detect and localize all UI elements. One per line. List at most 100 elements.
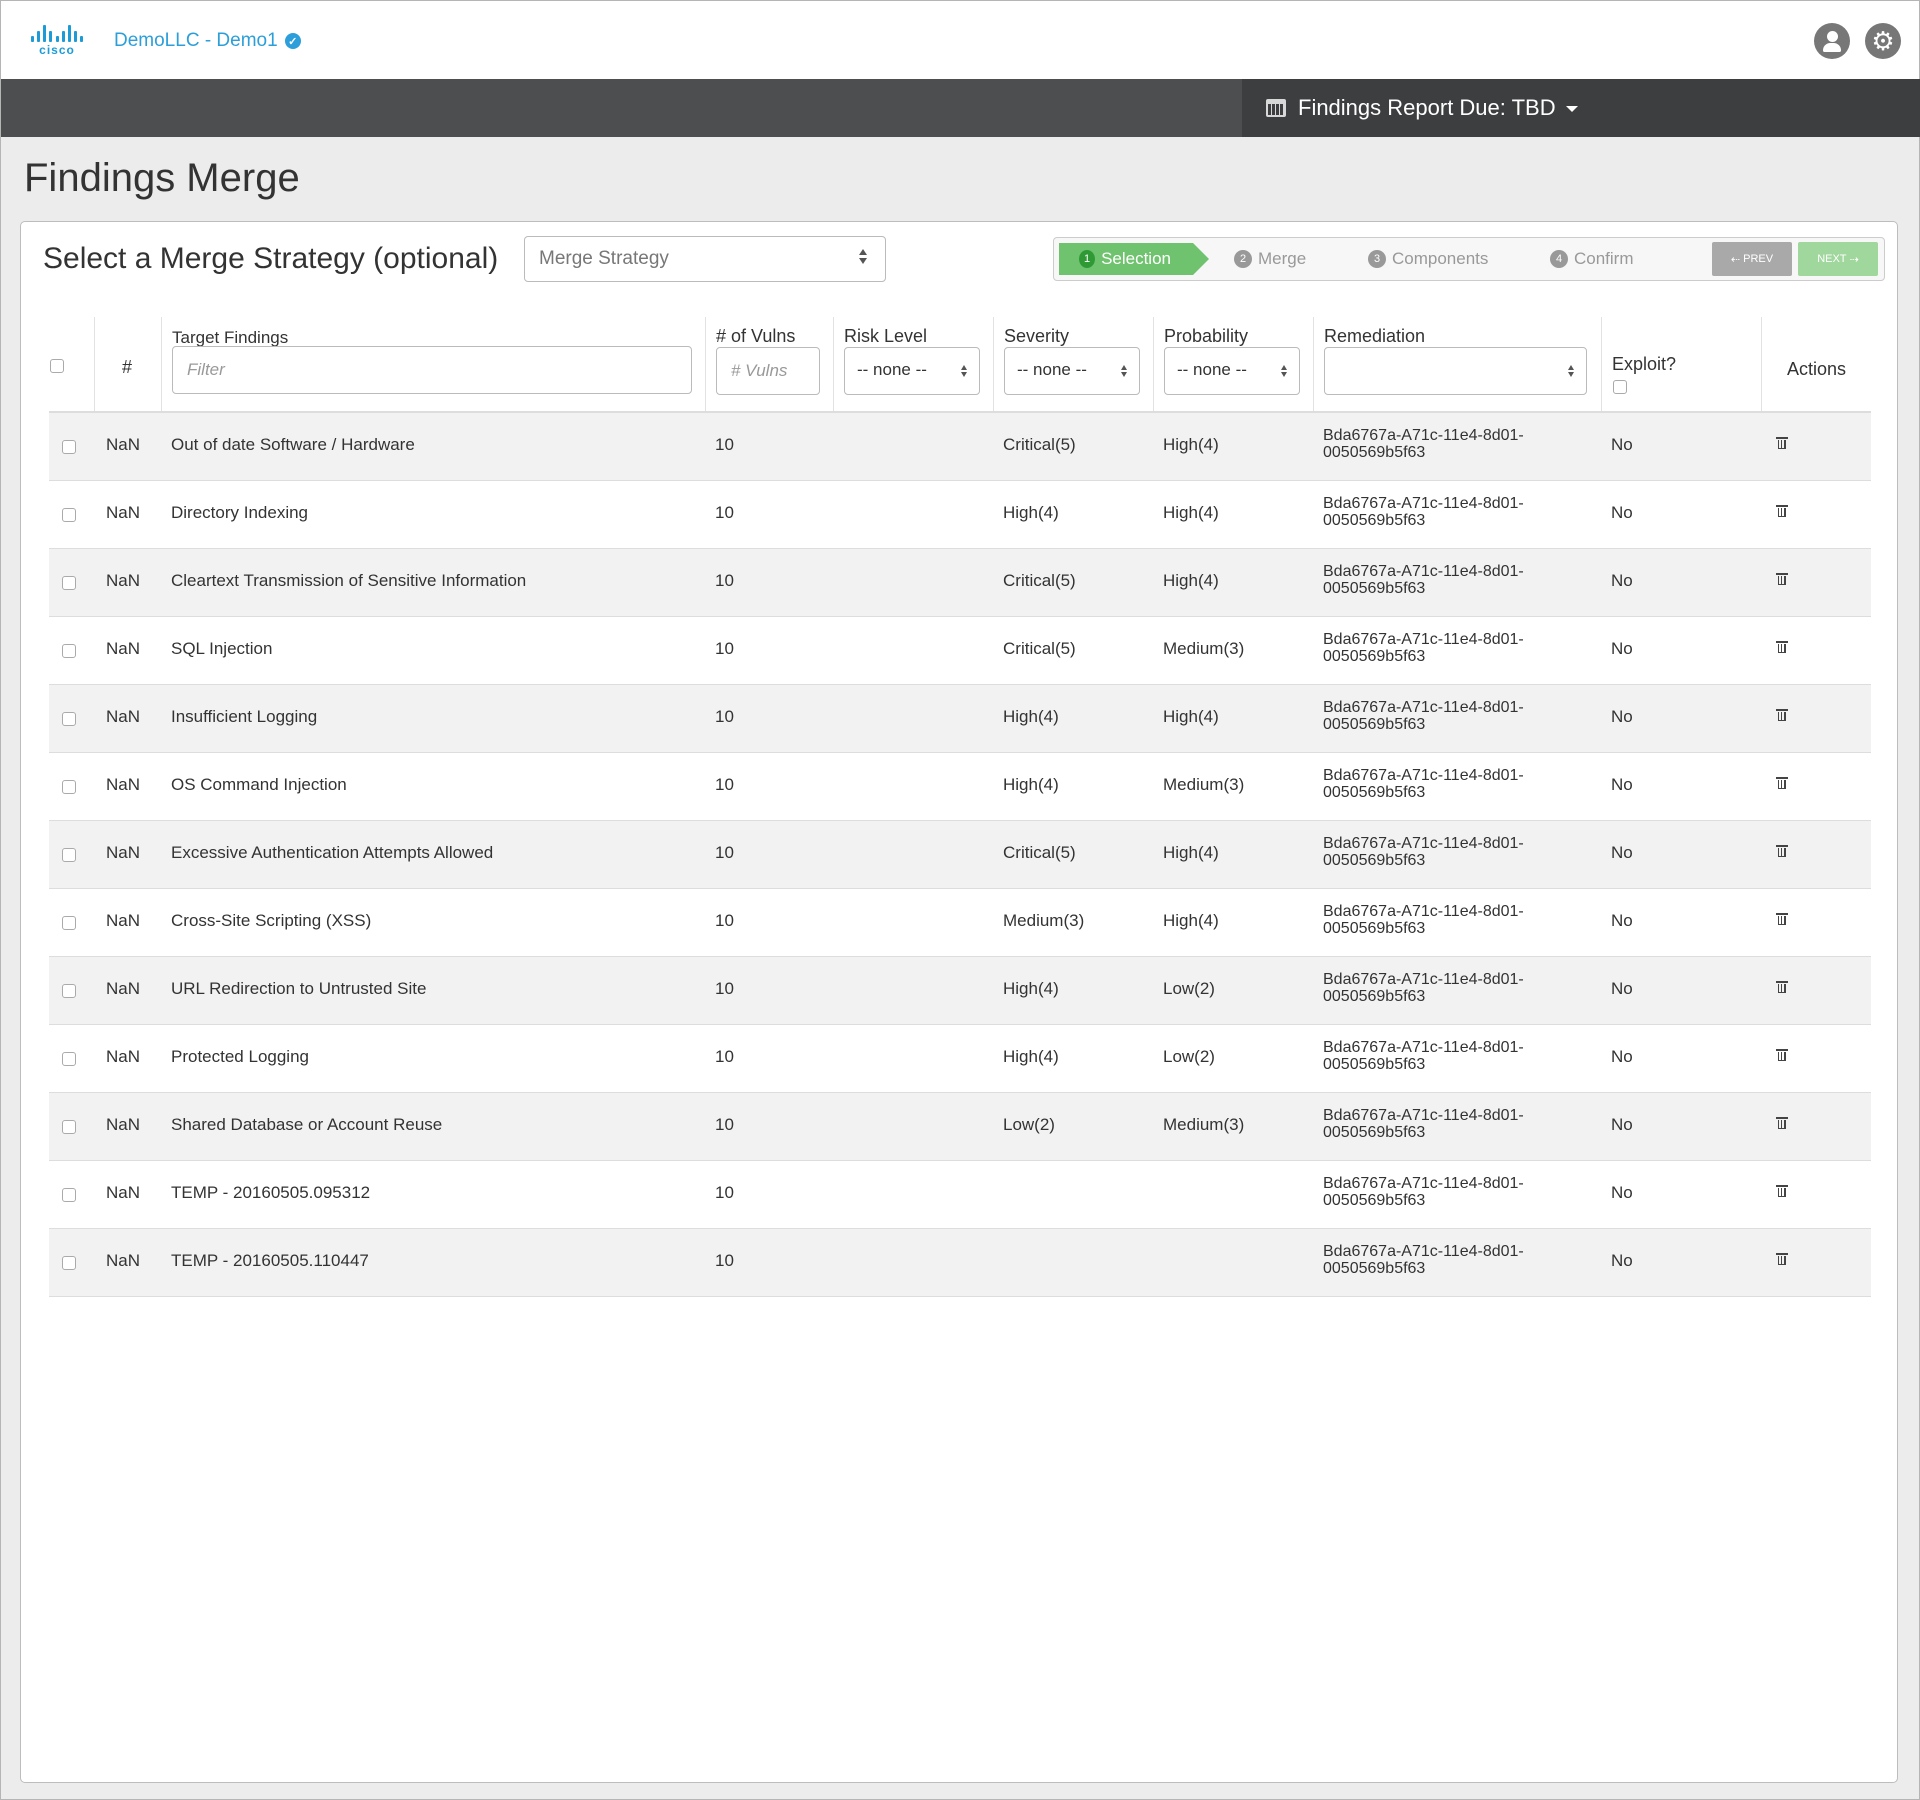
row-probability: Medium(3): [1163, 1115, 1245, 1134]
step-label: Merge: [1258, 249, 1307, 268]
row-vulns: 10: [715, 775, 734, 794]
wizard-steps: 1 Selection 2 Merge 3 Components 4 Confi…: [1053, 237, 1885, 281]
row-checkbox[interactable]: [62, 712, 76, 726]
prev-button[interactable]: ⇠ PREV: [1712, 242, 1792, 276]
row-num: NaN: [106, 503, 141, 522]
row-vulns: 10: [715, 435, 734, 454]
row-checkbox[interactable]: [62, 1188, 76, 1202]
row-checkbox[interactable]: [62, 1120, 76, 1134]
report-due-dropdown[interactable]: Findings Report Due: TBD: [1242, 79, 1920, 137]
trash-icon[interactable]: [1776, 1049, 1788, 1062]
trash-icon[interactable]: [1776, 1117, 1788, 1130]
row-vulns: 10: [715, 639, 734, 658]
row-checkbox[interactable]: [62, 576, 76, 590]
row-remediation: Bda6767a-A71c-11e4-8d01- 0050569b5f63: [1323, 971, 1524, 1005]
row-checkbox[interactable]: [62, 848, 76, 862]
table-row[interactable]: NaN Cleartext Transmission of Sensitive I…: [49, 549, 1871, 617]
trash-icon[interactable]: [1776, 573, 1788, 586]
row-target-finding[interactable]: OS Command Injection: [171, 775, 347, 795]
trash-icon[interactable]: [1776, 1253, 1788, 1266]
table-row[interactable]: NaN SQL Injection 10 Critical(5) Medium(3) Bd…: [49, 617, 1871, 685]
table-row[interactable]: NaN Directory Indexing 10 High(4) High(4) Bda…: [49, 481, 1871, 549]
row-remediation: Bda6767a-A71c-11e4-8d01- 0050569b5f63: [1323, 1175, 1524, 1209]
table-row[interactable]: NaN Protected Logging 10 High(4) Low(2) Bda67…: [49, 1025, 1871, 1093]
exploit-filter-checkbox[interactable]: [1613, 380, 1627, 394]
row-severity: Critical(5): [1003, 571, 1076, 590]
row-severity: High(4): [1003, 503, 1059, 522]
trash-icon[interactable]: [1776, 641, 1788, 654]
row-target-finding[interactable]: Shared Database or Account Reuse: [171, 1115, 442, 1135]
header-risk-col: Risk Level -- none --: [833, 317, 993, 411]
row-checkbox[interactable]: [62, 508, 76, 522]
row-target-finding[interactable]: Insufficient Logging: [171, 707, 317, 727]
table-row[interactable]: NaN OS Command Injection 10 High(4) Medium(3…: [49, 753, 1871, 821]
row-target-finding[interactable]: SQL Injection: [171, 639, 272, 659]
row-target-finding[interactable]: Cleartext Transmission of Sensitive Info…: [171, 571, 526, 591]
table-row[interactable]: NaN URL Redirection to Untrusted Site 10 Hi…: [49, 957, 1871, 1025]
trash-icon[interactable]: [1776, 913, 1788, 926]
trash-icon[interactable]: [1776, 437, 1788, 450]
table-row[interactable]: NaN TEMP - 20160505.095312 10 Bda6767a-A71c…: [49, 1161, 1871, 1229]
table-row[interactable]: NaN Cross-Site Scripting (XSS) 10 Medium(3)…: [49, 889, 1871, 957]
step-label: Selection: [1101, 249, 1171, 268]
user-profile-button[interactable]: [1814, 23, 1850, 59]
select-arrows-icon: [961, 365, 971, 377]
table-row[interactable]: NaN TEMP - 20160505.110447 10 Bda6767a-A71c…: [49, 1229, 1871, 1297]
row-checkbox[interactable]: [62, 1256, 76, 1270]
remediation-select[interactable]: [1324, 347, 1587, 395]
row-target-finding[interactable]: TEMP - 20160505.110447: [171, 1251, 369, 1271]
table-body: NaN Out of date Software / Hardware 10 Crit…: [49, 413, 1871, 1297]
wizard-step-selection[interactable]: 1 Selection: [1059, 243, 1209, 275]
row-checkbox[interactable]: [62, 916, 76, 930]
trash-icon[interactable]: [1776, 845, 1788, 858]
merge-strategy-placeholder: Merge Strategy: [539, 248, 669, 269]
row-target-finding[interactable]: URL Redirection to Untrusted Site: [171, 979, 426, 999]
wizard-step-merge[interactable]: 2 Merge: [1234, 243, 1306, 275]
row-target-finding[interactable]: Cross-Site Scripting (XSS): [171, 911, 371, 931]
next-button[interactable]: NEXT ⇢: [1798, 242, 1878, 276]
row-target-finding[interactable]: Protected Logging: [171, 1047, 309, 1067]
row-probability: High(4): [1163, 435, 1219, 454]
row-target-finding[interactable]: TEMP - 20160505.095312: [171, 1183, 370, 1203]
row-exploit: No: [1611, 571, 1633, 590]
header-target-col: Target Findings Filter: [161, 317, 705, 411]
row-checkbox[interactable]: [62, 440, 76, 454]
target-filter-input[interactable]: Filter: [172, 346, 692, 394]
row-checkbox[interactable]: [62, 984, 76, 998]
top-bar: cisco DemoLLC - Demo1 ✓ ⚙: [1, 1, 1919, 79]
probability-select[interactable]: -- none --: [1164, 347, 1300, 395]
table-row[interactable]: NaN Excessive Authentication Attempts All…: [49, 821, 1871, 889]
row-remediation: Bda6767a-A71c-11e4-8d01- 0050569b5f63: [1323, 631, 1524, 665]
trash-icon[interactable]: [1776, 505, 1788, 518]
table-row[interactable]: NaN Out of date Software / Hardware 10 Crit…: [49, 413, 1871, 481]
table-row[interactable]: NaN Shared Database or Account Reuse 10 Low…: [49, 1093, 1871, 1161]
row-target-finding[interactable]: Out of date Software / Hardware: [171, 435, 415, 455]
header-actions: Actions: [1787, 359, 1847, 379]
row-remediation: Bda6767a-A71c-11e4-8d01- 0050569b5f63: [1323, 699, 1524, 733]
trash-icon[interactable]: [1776, 709, 1788, 722]
trash-icon[interactable]: [1776, 1185, 1788, 1198]
row-target-finding[interactable]: Excessive Authentication Attempts Allowe…: [171, 843, 493, 863]
row-target-finding[interactable]: Directory Indexing: [171, 503, 308, 523]
arrow-left-icon: ⇠: [1730, 253, 1744, 266]
verified-check-icon: ✓: [284, 33, 301, 49]
row-exploit: No: [1611, 1183, 1633, 1202]
row-severity: Critical(5): [1003, 435, 1076, 454]
trash-icon[interactable]: [1776, 981, 1788, 994]
severity-select[interactable]: -- none --: [1004, 347, 1140, 395]
settings-button[interactable]: ⚙: [1865, 23, 1901, 59]
table-row[interactable]: NaN Insufficient Logging 10 High(4) High(4) B…: [49, 685, 1871, 753]
cisco-logo[interactable]: cisco: [31, 25, 83, 57]
select-all-checkbox[interactable]: [50, 359, 64, 373]
org-selector[interactable]: DemoLLC - Demo1 ✓: [114, 30, 301, 52]
row-severity: High(4): [1003, 775, 1059, 794]
wizard-step-confirm[interactable]: 4 Confirm: [1550, 243, 1634, 275]
trash-icon[interactable]: [1776, 777, 1788, 790]
wizard-step-components[interactable]: 3 Components: [1368, 243, 1488, 275]
risk-level-select[interactable]: -- none --: [844, 347, 980, 395]
row-checkbox[interactable]: [62, 1052, 76, 1066]
merge-strategy-select[interactable]: Merge Strategy: [524, 236, 886, 282]
row-checkbox[interactable]: [62, 780, 76, 794]
vulns-filter-input[interactable]: # Vulns: [716, 347, 820, 395]
row-checkbox[interactable]: [62, 644, 76, 658]
